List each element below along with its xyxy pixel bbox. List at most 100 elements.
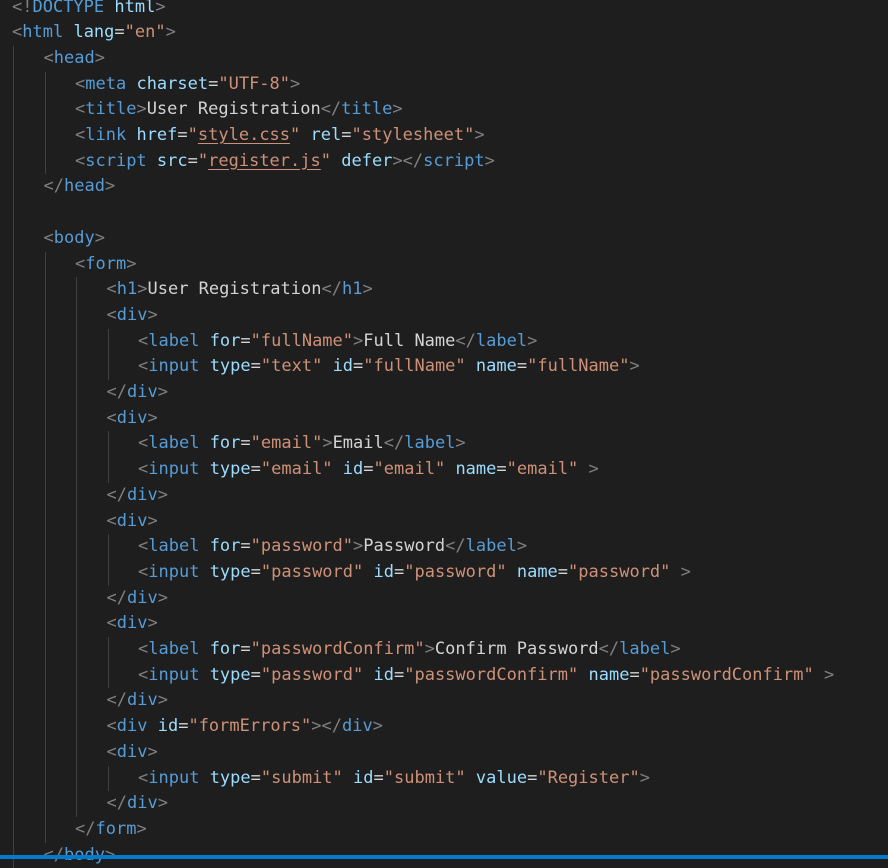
code-token-punct: > bbox=[94, 227, 105, 248]
code-line[interactable]: </head> bbox=[44, 174, 116, 200]
code-token-text: = bbox=[250, 664, 261, 685]
code-line[interactable]: <!DOCTYPE html> bbox=[12, 0, 166, 20]
code-line[interactable]: </div> bbox=[107, 380, 168, 406]
code-token-str: "password" bbox=[260, 664, 364, 685]
code-token-text: = bbox=[516, 356, 528, 377]
code-line[interactable]: <head> bbox=[44, 46, 105, 72]
code-token-str: "password" bbox=[260, 561, 364, 582]
code-token-punct: < bbox=[138, 561, 149, 582]
code-token-punct: < bbox=[75, 125, 86, 145]
code-line[interactable]: <label for="fullName">Full Name</label> bbox=[138, 329, 537, 355]
code-line[interactable]: <label for="password">Password</label> bbox=[138, 534, 527, 560]
code-line[interactable]: <label for="passwordConfirm">Confirm Pas… bbox=[138, 637, 681, 663]
code-token-punct: > bbox=[353, 536, 364, 557]
code-line[interactable]: <input type="text" id="fullName" name="f… bbox=[138, 354, 640, 380]
code-token-attr: type bbox=[209, 561, 251, 582]
code-token-text: = bbox=[393, 561, 405, 582]
code-line[interactable]: <input type="password" id="passwordConfi… bbox=[138, 663, 834, 689]
code-line[interactable]: <h1>User Registration</h1> bbox=[107, 277, 373, 303]
indent-guide bbox=[107, 637, 109, 689]
code-token-tag: div bbox=[126, 587, 158, 608]
code-token-punct: </ bbox=[106, 587, 127, 608]
code-token-text: = bbox=[353, 356, 364, 377]
code-line[interactable]: <meta charset="UTF-8"> bbox=[75, 72, 300, 98]
code-line[interactable]: <input type="password" id="password" nam… bbox=[138, 560, 691, 586]
code-token-text: = bbox=[114, 22, 125, 43]
code-token-tag: h1 bbox=[341, 279, 363, 300]
code-token-punct: < bbox=[106, 716, 117, 737]
code-token-punct: > bbox=[680, 561, 691, 582]
code-token-tag: div bbox=[116, 510, 148, 531]
code-token-punct: > bbox=[126, 253, 137, 274]
code-token-text: = bbox=[187, 150, 198, 171]
code-line[interactable]: <script src="register.js" defer></script… bbox=[75, 149, 495, 175]
status-bar bbox=[0, 855, 888, 859]
code-line[interactable]: <div id="formErrors"></div> bbox=[107, 714, 383, 740]
code-token-text: = bbox=[250, 459, 261, 480]
code-line[interactable]: </div> bbox=[107, 688, 168, 714]
code-token-punct: < bbox=[75, 253, 86, 274]
code-token-punct: > bbox=[157, 587, 168, 608]
indent-guide bbox=[107, 328, 109, 380]
code-token-punct: > bbox=[147, 613, 158, 634]
code-token-str: "submit" bbox=[260, 767, 343, 788]
code-token-str: "email" bbox=[250, 433, 323, 454]
code-token-punct: < bbox=[106, 510, 117, 531]
code-token-punct: <! bbox=[12, 0, 33, 17]
code-line[interactable]: <div> bbox=[107, 406, 158, 432]
code-token-tag: div bbox=[126, 382, 158, 402]
code-line[interactable]: <label for="email">Email</label> bbox=[138, 431, 466, 457]
code-token-punct: </ bbox=[598, 639, 620, 659]
code-line[interactable]: <input type="submit" id="submit" value="… bbox=[138, 766, 650, 792]
code-line[interactable]: <body> bbox=[44, 226, 105, 252]
code-line[interactable]: </div> bbox=[107, 791, 168, 817]
code-line[interactable]: </form> bbox=[75, 817, 147, 843]
code-token-punct: </ bbox=[106, 690, 127, 711]
code-token-punct: </ bbox=[106, 484, 127, 505]
code-token-attr: defer bbox=[341, 150, 393, 171]
code-token-attr: for bbox=[209, 330, 241, 351]
code-token-text: = bbox=[240, 639, 251, 659]
code-token-str: "en" bbox=[124, 22, 166, 43]
code-token-text: = bbox=[341, 125, 352, 145]
code-token-tag: input bbox=[148, 356, 200, 377]
indent-guide bbox=[107, 765, 109, 792]
code-token-tag: label bbox=[619, 639, 671, 659]
code-token-tag: label bbox=[148, 433, 200, 454]
code-token-punct: < bbox=[106, 741, 117, 762]
indent-guide bbox=[107, 431, 109, 483]
code-token-attr: name bbox=[455, 459, 497, 480]
code-token-tag: head bbox=[53, 47, 95, 68]
code-line[interactable]: <form> bbox=[75, 252, 136, 278]
code-line[interactable]: <div> bbox=[107, 611, 158, 637]
code-token-punct: > bbox=[362, 279, 373, 300]
code-token-text: = bbox=[527, 767, 538, 788]
code-line[interactable]: <div> bbox=[107, 740, 158, 766]
code-token-attr: id bbox=[332, 356, 354, 377]
code-token-str: "formErrors" bbox=[188, 716, 312, 737]
code-line[interactable]: </div> bbox=[107, 586, 168, 612]
code-line[interactable]: <title>User Registration</title> bbox=[75, 97, 403, 123]
code-line[interactable]: <html lang="en"> bbox=[12, 20, 176, 46]
code-editor[interactable]: <!DOCTYPE html> <html lang="en"> <head> <me… bbox=[0, 0, 888, 868]
code-line[interactable]: </div> bbox=[107, 483, 168, 509]
indent-guide bbox=[44, 71, 46, 175]
code-token-tag: form bbox=[85, 253, 127, 274]
code-line[interactable]: <div> bbox=[107, 509, 158, 535]
code-token-attr: type bbox=[209, 356, 251, 377]
code-line[interactable]: <input type="email" id="email" name="ema… bbox=[138, 457, 599, 483]
code-token-punct: < bbox=[75, 150, 86, 171]
code-line[interactable]: <link href="style.css" rel="stylesheet"> bbox=[75, 123, 485, 149]
code-line[interactable]: <div> bbox=[107, 303, 158, 329]
code-token-punct: > bbox=[516, 536, 528, 557]
code-token-tag: div bbox=[342, 716, 373, 737]
code-token-text: = bbox=[240, 536, 251, 557]
